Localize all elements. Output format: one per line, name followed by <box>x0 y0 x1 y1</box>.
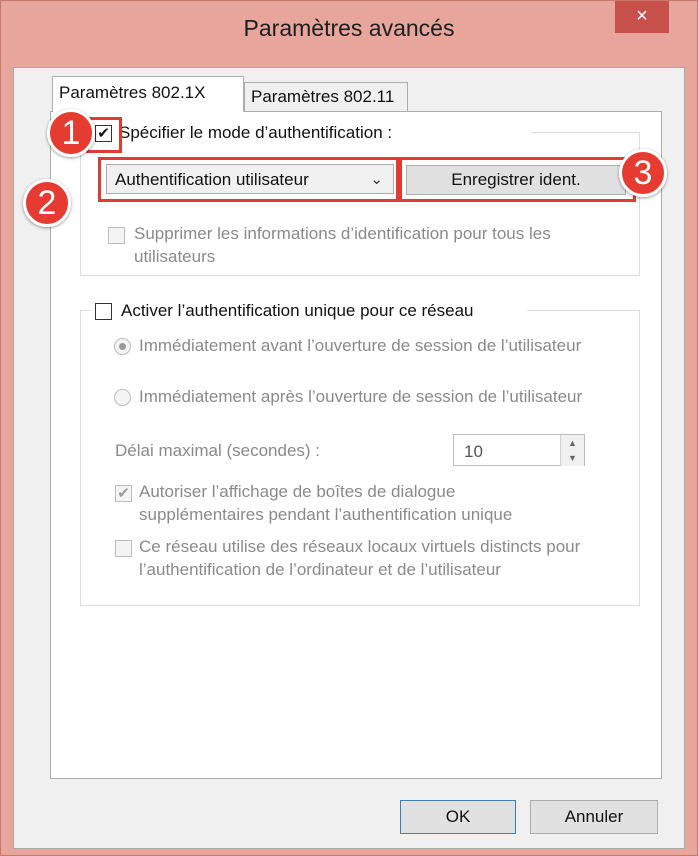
tab-panel: ✔ Spécifier le mode d’authentification :… <box>50 111 662 779</box>
window-title: Paramètres avancés <box>243 15 455 41</box>
vlan-label-line1: Ce réseau utilise des réseaux locaux vir… <box>139 537 581 556</box>
allow-dialogs-label-line1: Autoriser l’affichage de boîtes de dialo… <box>139 482 456 501</box>
annotation-box-2 <box>98 157 402 202</box>
ok-button[interactable]: OK <box>400 800 516 834</box>
delete-credentials-label-line2: utilisateurs <box>134 247 216 266</box>
radio-before-logon[interactable] <box>114 338 131 355</box>
vlan-checkbox[interactable] <box>115 540 132 557</box>
delete-credentials-label-line1: Supprimer les informations d’identificat… <box>134 224 551 243</box>
radio-after-logon-label: Immédiatement après l’ouverture de sessi… <box>139 387 583 406</box>
max-delay-label: Délai maximal (secondes) : <box>115 441 321 460</box>
spinner-down-arrow-icon[interactable]: ▼ <box>560 450 584 466</box>
dialog-window: Paramètres avancés × Paramètres 802.1X P… <box>0 0 698 856</box>
spinner-up-arrow-icon[interactable]: ▲ <box>560 435 584 451</box>
vlan-label-line2: l’authentification de l’ordinateur et de… <box>139 560 501 579</box>
annotation-badge-1: 1 <box>47 109 95 157</box>
cancel-button[interactable]: Annuler <box>530 800 658 834</box>
allow-dialogs-label: Autoriser l’affichage de boîtes de dialo… <box>139 480 512 526</box>
max-delay-spinner[interactable]: 10 ▲ ▼ <box>453 434 585 466</box>
enable-sso-checkbox[interactable] <box>95 303 112 320</box>
delete-credentials-checkbox[interactable] <box>108 227 125 244</box>
annotation-badge-2: 2 <box>23 179 71 227</box>
dialog-client-area: Paramètres 802.1X Paramètres 802.11 ✔ Sp… <box>13 67 685 849</box>
title-bar[interactable]: Paramètres avancés × <box>1 1 697 67</box>
vlan-label: Ce réseau utilise des réseaux locaux vir… <box>139 535 580 581</box>
allow-dialogs-label-line2: supplémentaires pendant l’authentificati… <box>139 505 513 524</box>
close-button[interactable]: × <box>615 1 669 33</box>
delete-credentials-label: Supprimer les informations d’identificat… <box>134 222 551 268</box>
tab-8021x[interactable]: Paramètres 802.1X <box>52 76 244 112</box>
radio-after-logon[interactable] <box>114 389 131 406</box>
tab-80211[interactable]: Paramètres 802.11 <box>244 82 408 112</box>
max-delay-value: 10 <box>464 442 483 461</box>
close-icon: × <box>636 5 648 27</box>
allow-dialogs-checkbox[interactable]: ✔ <box>115 485 132 502</box>
radio-selected-dot <box>119 343 126 350</box>
specify-mode-label: Spécifier le mode d’authentification : <box>119 123 393 142</box>
radio-before-logon-label: Immédiatement avant l’ouverture de sessi… <box>139 336 582 355</box>
annotation-badge-3: 3 <box>619 149 667 197</box>
enable-sso-label: Activer l’authentification unique pour c… <box>121 301 474 320</box>
annotation-box-3 <box>396 157 636 202</box>
